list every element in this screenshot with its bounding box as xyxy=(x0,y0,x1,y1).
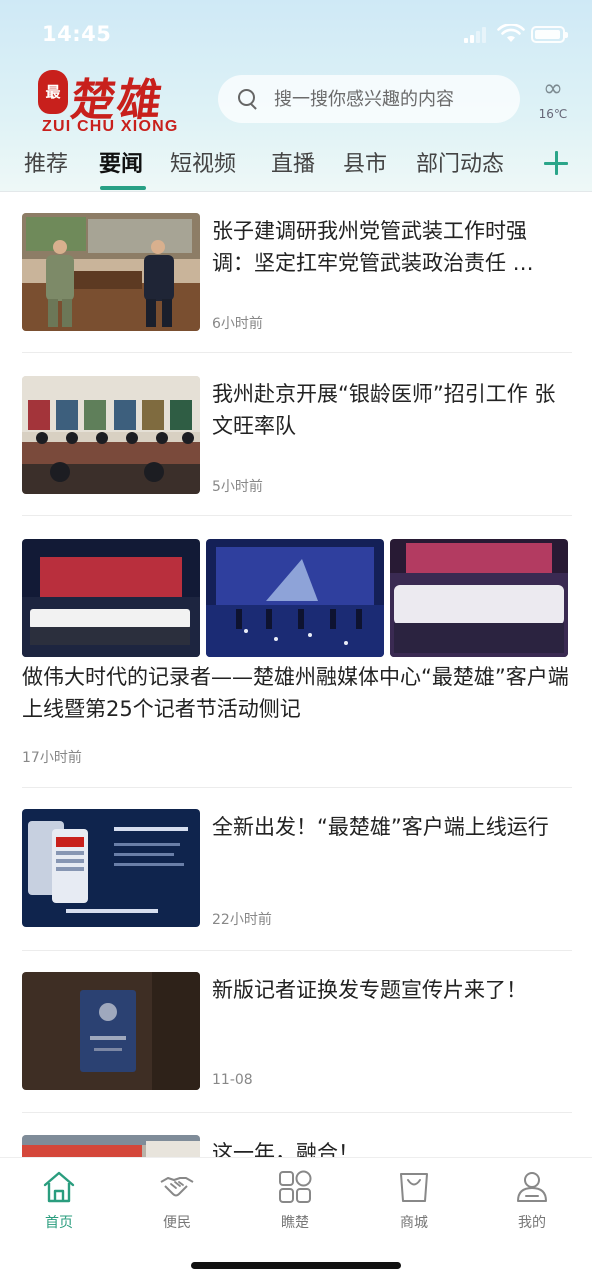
temperature: 16℃ xyxy=(538,107,568,121)
status-time: 14:45 xyxy=(42,22,112,46)
status-bar: 14:45 xyxy=(0,0,592,64)
nav-label: 首页 xyxy=(45,1215,73,1231)
search-icon xyxy=(238,89,258,109)
divider xyxy=(22,515,572,516)
shopping-bag-icon xyxy=(400,1173,428,1202)
nav-label: 便民 xyxy=(163,1215,191,1231)
logo-seal: 最 xyxy=(38,70,68,114)
news-title: 我州赴京开展“银龄医师”招引工作 张文旺率队 xyxy=(212,382,556,438)
news-time: 11-08 xyxy=(212,1072,253,1088)
search-bar[interactable] xyxy=(218,75,520,123)
nav-label: 瞧楚 xyxy=(281,1215,309,1231)
news-time: 5小时前 xyxy=(212,479,263,495)
news-item[interactable]: 我州赴京开展“银龄医师”招引工作 张文旺率队 5小时前 xyxy=(22,376,572,496)
nav-label: 我的 xyxy=(518,1215,546,1231)
news-thumbnail xyxy=(22,809,200,927)
news-thumbnail xyxy=(22,1135,200,1158)
news-title: 全新出发！“最楚雄”客户端上线运行 xyxy=(212,815,549,839)
news-item[interactable]: 全新出发！“最楚雄”客户端上线运行 22小时前 xyxy=(22,809,572,929)
channel-tabs: 推荐 要闻 短视频 直播 县市 部门动态 xyxy=(0,140,592,192)
news-thumbnail xyxy=(22,972,200,1090)
news-title: 新版记者证换发专题宣传片来了！ xyxy=(212,978,527,1002)
news-item[interactable]: 做伟大时代的记录者——楚雄州融媒体中心“最楚雄”客户端上线暨第25个记者节活动侧… xyxy=(22,539,572,775)
news-thumbnail-group xyxy=(22,539,572,657)
news-time: 6小时前 xyxy=(212,316,263,332)
home-indicator[interactable] xyxy=(191,1262,401,1269)
active-tab-indicator xyxy=(100,186,146,190)
news-thumbnail xyxy=(22,539,200,657)
battery-icon xyxy=(531,26,568,43)
cellular-signal-icon xyxy=(464,27,490,43)
search-input[interactable] xyxy=(274,87,504,111)
tab-live[interactable]: 直播 xyxy=(271,146,315,178)
divider xyxy=(22,787,572,788)
nav-services[interactable]: 便民 xyxy=(141,1170,213,1231)
divider xyxy=(22,950,572,951)
news-item[interactable]: 新版记者证换发专题宣传片来了！ 11-08 xyxy=(22,972,572,1092)
nav-profile[interactable]: 我的 xyxy=(496,1170,568,1231)
nav-explore[interactable]: 瞧楚 xyxy=(259,1170,331,1231)
nav-label: 商城 xyxy=(400,1215,428,1231)
news-thumbnail xyxy=(390,539,568,657)
news-title: 做伟大时代的记录者——楚雄州融媒体中心“最楚雄”客户端上线暨第25个记者节活动侧… xyxy=(22,665,569,721)
grid-icon xyxy=(279,1170,312,1203)
news-item[interactable]: 这一年，融合！ xyxy=(22,1135,572,1158)
news-item[interactable]: 张子建调研我州党管武装工作时强调：坚定扛牢党管武装政治责任 … 6小时前 xyxy=(22,213,572,333)
app-logo[interactable]: 最 楚雄 ZUI CHU XIONG xyxy=(36,64,192,138)
user-icon xyxy=(517,1172,547,1202)
tab-department-news[interactable]: 部门动态 xyxy=(416,146,504,178)
handshake-icon xyxy=(160,1177,194,1197)
news-thumbnail xyxy=(22,213,200,331)
tab-recommend[interactable]: 推荐 xyxy=(24,146,68,178)
add-channel-icon[interactable] xyxy=(544,151,568,175)
news-title: 张子建调研我州党管武装工作时强调：坚定扛牢党管武装政治责任 … xyxy=(212,219,534,275)
wifi-icon xyxy=(497,24,525,42)
weather-widget[interactable]: ∞ 16℃ xyxy=(532,76,574,126)
nav-mall[interactable]: 商城 xyxy=(378,1170,450,1231)
top-header: 14:45 最 楚雄 ZUI CHU XIONG ∞ 16℃ 推荐 要闻 短视频… xyxy=(0,0,592,192)
tab-counties[interactable]: 县市 xyxy=(343,146,387,178)
home-icon xyxy=(43,1171,75,1203)
nav-home[interactable]: 首页 xyxy=(23,1170,95,1231)
news-thumbnail xyxy=(22,376,200,494)
news-feed[interactable]: 张子建调研我州党管武装工作时强调：坚定扛牢党管武装政治责任 … 6小时前 我州赴… xyxy=(0,193,592,1158)
divider xyxy=(22,1112,572,1113)
news-time: 22小时前 xyxy=(212,912,272,928)
news-time: 17小时前 xyxy=(22,750,82,766)
divider xyxy=(22,352,572,353)
weather-icon: ∞ xyxy=(543,74,563,102)
news-thumbnail xyxy=(206,539,384,657)
tab-headlines[interactable]: 要闻 xyxy=(99,146,143,178)
news-title: 这一年，融合！ xyxy=(212,1141,359,1158)
tab-short-video[interactable]: 短视频 xyxy=(170,146,236,178)
logo-pinyin: ZUI CHU XIONG xyxy=(42,118,179,135)
